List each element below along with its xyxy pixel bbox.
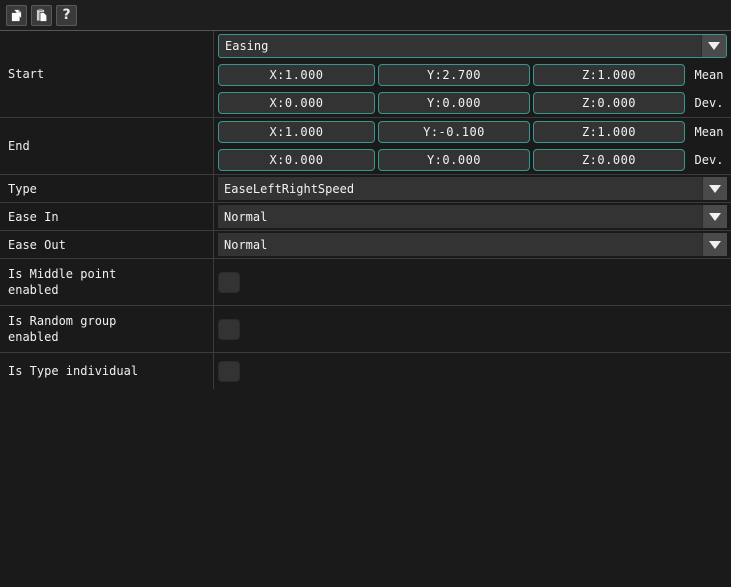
start-dev-z-field[interactable]: Z:0.000 <box>533 92 685 114</box>
paste-icon <box>35 8 49 23</box>
ease-out-dropdown[interactable]: Normal <box>218 233 727 256</box>
end-mean-y-field[interactable]: Y:-0.100 <box>378 121 530 143</box>
end-dev-suffix: Dev. <box>694 153 724 167</box>
end-label: End <box>8 139 30 153</box>
help-button[interactable]: ? <box>56 4 77 26</box>
type-individual-row: Is Type individual <box>0 353 731 389</box>
ease-out-label: Ease Out <box>0 231 214 258</box>
random-group-label-line2: enabled <box>8 330 59 344</box>
random-group-label-line1: Is Random group <box>8 314 117 328</box>
start-mean-row: X:1.000 Y:2.700 Z:1.000 Mean <box>214 61 731 89</box>
start-group-row: Start Easing X:1.000 Y:2.700 Z:1.000 Mea… <box>0 31 731 118</box>
help-icon: ? <box>62 7 71 23</box>
end-mean-x-field[interactable]: X:1.000 <box>218 121 375 143</box>
toolbar: ? <box>0 0 731 31</box>
type-individual-field-cell <box>214 353 731 389</box>
middle-point-row: Is Middle point enabled <box>0 259 731 306</box>
copy-icon <box>10 8 24 23</box>
chevron-down-icon[interactable] <box>702 205 727 228</box>
end-group-row: End X:1.000 Y:-0.100 Z:1.000 Mean X:0.00… <box>0 118 731 175</box>
start-mean-y-field[interactable]: Y:2.700 <box>378 64 530 86</box>
ease-in-dropdown-value: Normal <box>224 209 268 224</box>
start-dev-row: X:0.000 Y:0.000 Z:0.000 Dev. <box>214 89 731 117</box>
end-dev-z-field[interactable]: Z:0.000 <box>533 149 685 171</box>
chevron-down-icon[interactable] <box>702 233 727 256</box>
type-dropdown[interactable]: EaseLeftRightSpeed <box>218 177 727 200</box>
end-dev-x-field[interactable]: X:0.000 <box>218 149 375 171</box>
type-dropdown-value: EaseLeftRightSpeed <box>224 181 355 196</box>
ease-in-label: Ease In <box>0 203 214 230</box>
end-dev-row: X:0.000 Y:0.000 Z:0.000 Dev. <box>214 146 731 174</box>
start-label-cell: Start <box>0 31 214 117</box>
property-grid: Start Easing X:1.000 Y:2.700 Z:1.000 Mea… <box>0 31 731 389</box>
ease-in-dropdown[interactable]: Normal <box>218 205 727 228</box>
middle-point-label: Is Middle point enabled <box>0 259 214 305</box>
end-mean-suffix: Mean <box>694 125 724 139</box>
start-mean-x-field[interactable]: X:1.000 <box>218 64 375 86</box>
ease-in-field-cell: Normal <box>214 203 731 230</box>
random-group-row: Is Random group enabled <box>0 306 731 353</box>
middle-point-checkbox[interactable] <box>218 271 240 293</box>
start-dev-suffix: Dev. <box>694 96 724 110</box>
chevron-down-icon[interactable] <box>701 35 726 57</box>
category-dropdown[interactable]: Easing <box>218 34 727 58</box>
paste-button[interactable] <box>31 4 52 26</box>
category-dropdown-value: Easing <box>225 39 269 53</box>
ease-in-row: Ease In Normal <box>0 203 731 231</box>
ease-out-dropdown-value: Normal <box>224 237 268 252</box>
random-group-label: Is Random group enabled <box>0 306 214 352</box>
start-dev-y-field[interactable]: Y:0.000 <box>378 92 530 114</box>
ease-out-row: Ease Out Normal <box>0 231 731 259</box>
start-label: Start <box>8 67 45 81</box>
random-group-field-cell <box>214 306 731 352</box>
type-label: Type <box>0 175 214 202</box>
type-row: Type EaseLeftRightSpeed <box>0 175 731 203</box>
chevron-down-icon[interactable] <box>702 177 727 200</box>
middle-point-label-line2: enabled <box>8 283 59 297</box>
type-individual-label: Is Type individual <box>0 353 214 389</box>
start-mean-z-field[interactable]: Z:1.000 <box>533 64 685 86</box>
middle-point-field-cell <box>214 259 731 305</box>
start-mean-suffix: Mean <box>694 68 724 82</box>
end-dev-y-field[interactable]: Y:0.000 <box>378 149 530 171</box>
ease-out-field-cell: Normal <box>214 231 731 258</box>
middle-point-label-line1: Is Middle point <box>8 267 117 281</box>
copy-button[interactable] <box>6 4 27 26</box>
type-individual-checkbox[interactable] <box>218 360 240 382</box>
start-group-body: Easing X:1.000 Y:2.700 Z:1.000 Mean X:0.… <box>214 31 731 117</box>
end-group-body: X:1.000 Y:-0.100 Z:1.000 Mean X:0.000 Y:… <box>214 118 731 174</box>
end-label-cell: End <box>0 118 214 174</box>
end-mean-z-field[interactable]: Z:1.000 <box>533 121 685 143</box>
type-field-cell: EaseLeftRightSpeed <box>214 175 731 202</box>
end-mean-row: X:1.000 Y:-0.100 Z:1.000 Mean <box>214 118 731 146</box>
start-dev-x-field[interactable]: X:0.000 <box>218 92 375 114</box>
random-group-checkbox[interactable] <box>218 318 240 340</box>
